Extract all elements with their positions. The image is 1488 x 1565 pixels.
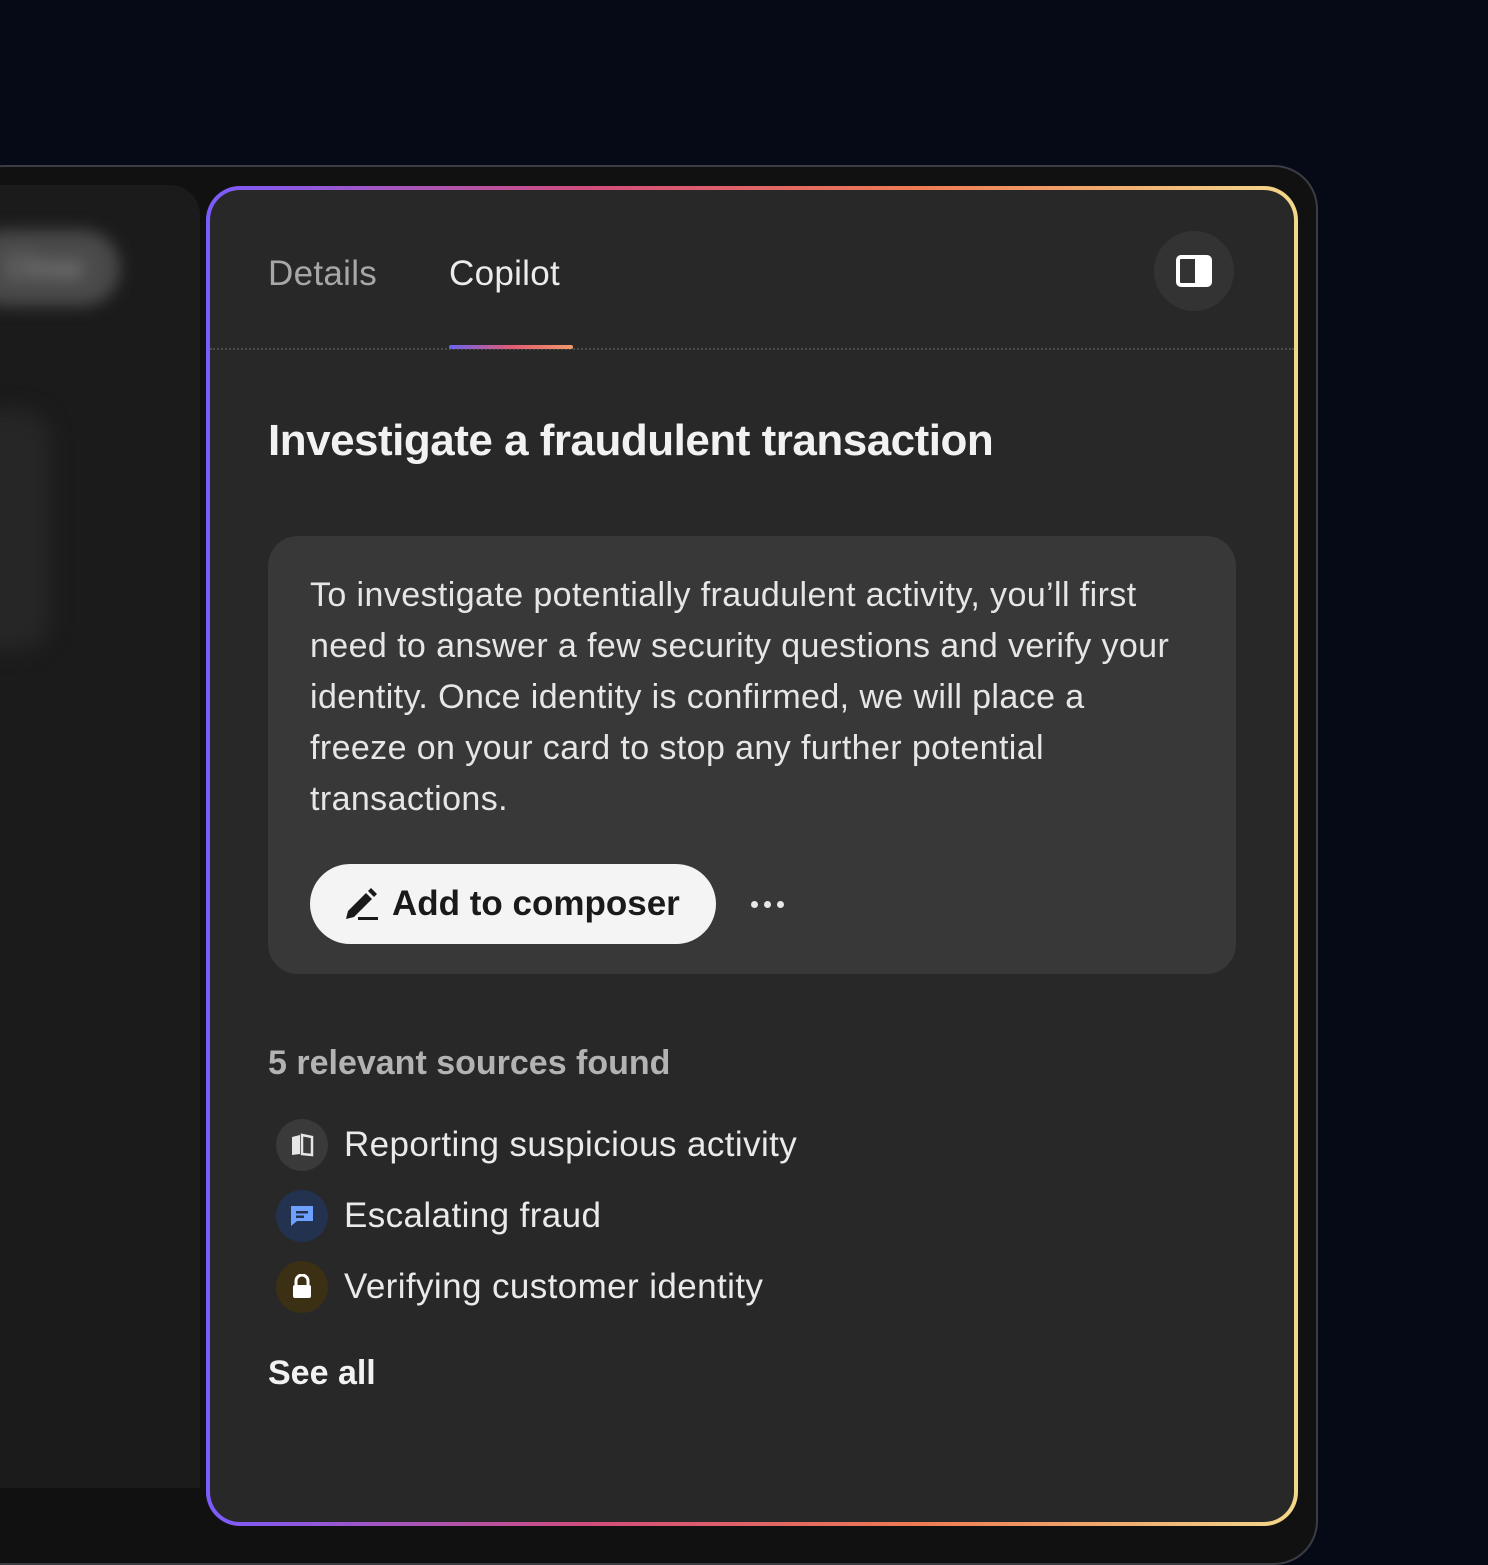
page-title: Investigate a fraudulent transaction (268, 416, 994, 465)
answer-text: To investigate potentially fraudulent ac… (310, 576, 1170, 818)
tab-divider (210, 348, 1294, 350)
more-icon (748, 895, 787, 913)
source-label: Verifying customer identity (344, 1267, 764, 1306)
add-to-composer-label: Add to composer (392, 884, 680, 923)
source-item-verifying-customer-identity[interactable]: Verifying customer identity (276, 1260, 763, 1314)
source-label: Escalating fraud (344, 1196, 602, 1235)
active-tab-indicator (449, 345, 573, 349)
background-pane (0, 185, 200, 1488)
background-block (0, 410, 50, 650)
see-all-link[interactable]: See all (268, 1354, 376, 1393)
source-item-reporting-suspicious-activity[interactable]: Reporting suspicious activity (276, 1118, 797, 1172)
sources-heading: 5 relevant sources found (268, 1044, 671, 1082)
book-icon (276, 1119, 328, 1171)
more-options-button[interactable] (742, 876, 792, 932)
add-to-composer-button[interactable]: Add to composer (310, 864, 716, 944)
pen-icon (346, 888, 378, 920)
source-item-escalating-fraud[interactable]: Escalating fraud (276, 1189, 601, 1243)
tab-copilot[interactable]: Copilot (449, 254, 560, 294)
copilot-panel: Details Copilot Investigate a fraudulent… (210, 190, 1294, 1522)
lock-icon (276, 1261, 328, 1313)
sidebar-toggle-icon (1176, 255, 1212, 287)
source-label: Reporting suspicious activity (344, 1125, 798, 1164)
copilot-panel-border: Details Copilot Investigate a fraudulent… (206, 186, 1298, 1526)
close-button[interactable]: Close (0, 230, 120, 306)
sidebar-toggle-button[interactable] (1154, 231, 1234, 311)
answer-card: To investigate potentially fraudulent ac… (268, 536, 1236, 974)
chat-icon (276, 1190, 328, 1242)
tab-details[interactable]: Details (268, 254, 377, 294)
